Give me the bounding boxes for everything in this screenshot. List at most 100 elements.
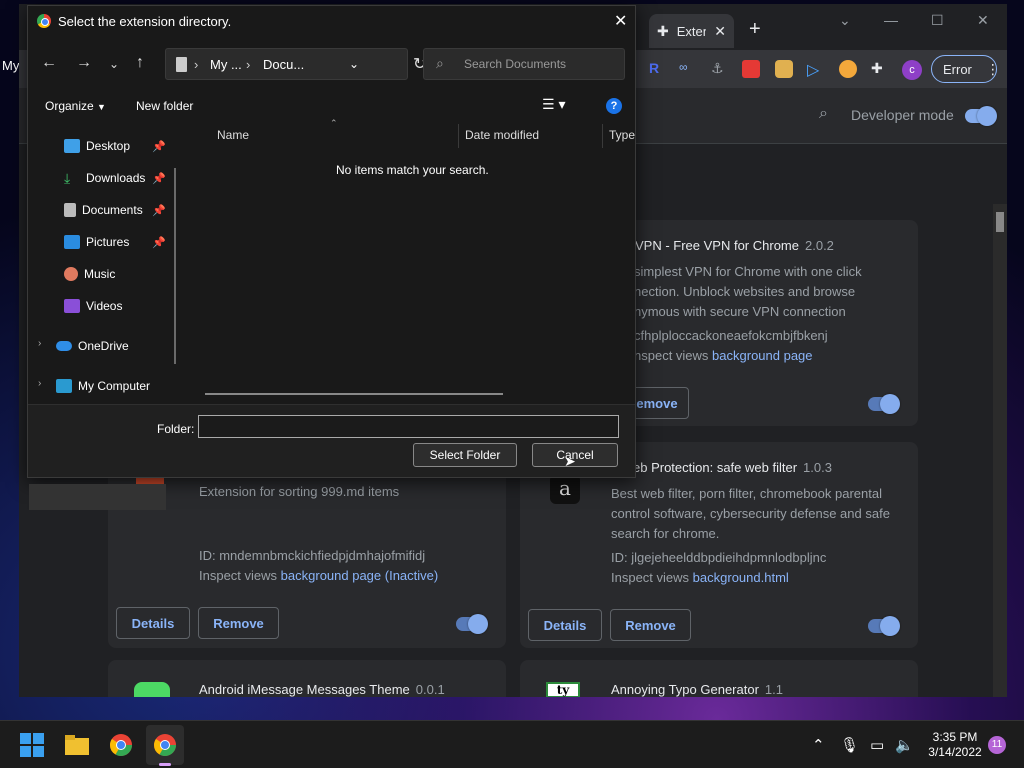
expand-chevron-icon[interactable]: › [38,338,41,349]
nav-item-downloads[interactable]: ⤓ Downloads [64,168,145,188]
nav-item-music[interactable]: Music [64,264,115,284]
document-icon [176,57,187,72]
extensions-puzzle-icon[interactable]: ✚ [871,60,889,78]
microphone-icon[interactable]: 🎙 [840,736,859,754]
page-scrollbar[interactable] [993,204,1007,697]
details-button[interactable]: Details [116,607,190,639]
recent-locations-chevron-icon[interactable]: ⌄ [109,57,119,71]
scrollbar-thumb[interactable] [996,212,1004,232]
nav-item-videos[interactable]: Videos [64,296,122,316]
system-clock[interactable]: 3:35 PM 3/14/2022 [920,730,990,760]
window-close-button[interactable]: ✕ [977,12,989,29]
details-button[interactable]: Details [528,609,602,641]
volume-icon[interactable]: 🔈 [895,736,914,754]
nav-label: Documents [82,203,143,217]
extension-link-icon[interactable]: ∞ [679,60,697,78]
avatar[interactable]: c [902,60,922,80]
chrome-active-icon[interactable] [153,733,177,757]
minimize-button[interactable]: — [884,12,898,28]
nav-item-desktop[interactable]: Desktop [64,136,130,156]
remove-button[interactable]: Remove [610,609,691,641]
file-explorer-icon[interactable] [65,733,89,757]
extension-version: 1.1 [764,682,783,697]
clock-time: 3:35 PM [932,730,978,744]
search-documents-input[interactable]: Search Documents [423,48,625,80]
extension-title: Android iMessage Messages Theme [199,682,410,697]
breadcrumb-segment[interactable]: Docu... [263,57,304,72]
nav-pane-scrollbar[interactable] [174,168,176,364]
column-header-date-modified[interactable]: Date modified [465,128,539,142]
search-icon[interactable]: ⌕ [819,105,828,123]
dialog-title: Select the extension directory. [58,14,232,29]
view-options-icon[interactable]: ☰ ▾ [542,96,565,113]
select-folder-button[interactable]: Select Folder [413,443,517,467]
kebab-menu-icon[interactable]: ⋮ [986,61,1000,78]
nav-item-documents[interactable]: Documents [64,200,143,220]
chevron-down-icon[interactable]: ⌄ [349,57,359,71]
extension-r-icon[interactable]: R [649,60,667,78]
pin-icon[interactable]: 📌 [152,140,166,153]
extension-play-icon[interactable]: ▷ [807,60,825,79]
developer-mode-toggle[interactable] [965,106,997,126]
dialog-close-button[interactable]: ✕ [614,11,627,31]
pin-icon[interactable]: 📌 [152,172,166,185]
column-divider[interactable] [602,124,603,148]
tab-title: Extensions [676,23,707,39]
column-header-name[interactable]: Name [217,128,249,142]
extension-card: ty Annoying Typo Generator 1.1 [520,660,918,697]
organize-menu[interactable]: Organize ▼ [45,99,106,113]
expand-chevron-icon[interactable]: › [38,378,41,389]
nav-label: OneDrive [78,339,129,353]
extension-red-icon[interactable] [742,60,760,78]
windows-start-icon[interactable] [20,733,44,757]
enable-toggle[interactable] [456,614,488,634]
horizontal-scrollbar[interactable] [205,393,503,395]
notification-badge[interactable]: 11 [988,736,1006,754]
extension-description: Best web filter, porn filter, chromebook… [611,486,890,541]
background-page-link[interactable]: background page [712,348,812,363]
address-bar[interactable]: › My ... › Docu... ⌄ ↻ [165,48,426,80]
new-tab-button[interactable]: + [749,18,761,41]
breadcrumb-segment[interactable]: My ... [210,57,242,72]
error-button[interactable]: Error ⋮ [931,55,1000,83]
navigation-pane: Desktop 📌 ⤓ Downloads 📌 Documents 📌 Pict… [28,122,188,510]
sort-caret-icon: ⌃ [330,118,338,128]
inspect-label: nspect views [634,348,709,363]
videos-icon [64,299,80,313]
chrome-icon[interactable] [109,733,133,757]
back-arrow-icon[interactable]: ← [41,54,57,72]
forward-arrow-icon[interactable]: → [76,54,92,72]
up-arrow-icon[interactable]: ↑ [136,54,144,72]
maximize-button[interactable]: ☐ [931,12,944,29]
column-header-type[interactable]: Type [609,128,635,142]
enable-toggle[interactable] [868,616,900,636]
tab-extensions[interactable]: ✚ Extensions ✕ [649,14,734,48]
pin-icon[interactable]: 📌 [152,236,166,249]
folder-input[interactable] [198,415,619,438]
extension-title: Annoying Typo Generator [611,682,759,697]
help-icon[interactable]: ? [606,98,622,114]
cloud-icon [56,341,72,351]
chevron-down-icon[interactable]: ⌄ [839,12,851,29]
inspect-label: Inspect views [199,568,278,583]
nav-item-onedrive[interactable]: OneDrive [56,336,129,356]
taskbar: ⌃ 🎙 ▭ 🔈 3:35 PM 3/14/2022 11 [0,720,1024,768]
column-divider[interactable] [458,124,459,148]
pin-icon[interactable]: 📌 [152,204,166,217]
background-html-link[interactable]: background.html [693,570,789,585]
extension-tool-icon[interactable]: ⚓ [711,60,729,78]
nav-item-pictures[interactable]: Pictures [64,232,129,252]
extension-id: cfhplploccackoneaefokcmbjfbkenj [634,328,828,343]
chevron-up-icon[interactable]: ⌃ [812,736,825,754]
tab-close-icon[interactable]: ✕ [714,23,726,40]
background-page-link[interactable]: background page (Inactive) [281,568,439,583]
extension-box-icon[interactable] [775,60,793,78]
extension-logo: ty [546,682,580,697]
network-icon[interactable]: ▭ [870,736,884,754]
remove-button[interactable]: Remove [198,607,279,639]
nav-item-my-computer[interactable]: My Computer [56,376,150,396]
enable-toggle[interactable] [868,394,900,414]
search-icon: ⌕ [436,55,444,71]
extension-coin-icon[interactable] [839,60,857,78]
new-folder-button[interactable]: New folder [136,99,193,113]
